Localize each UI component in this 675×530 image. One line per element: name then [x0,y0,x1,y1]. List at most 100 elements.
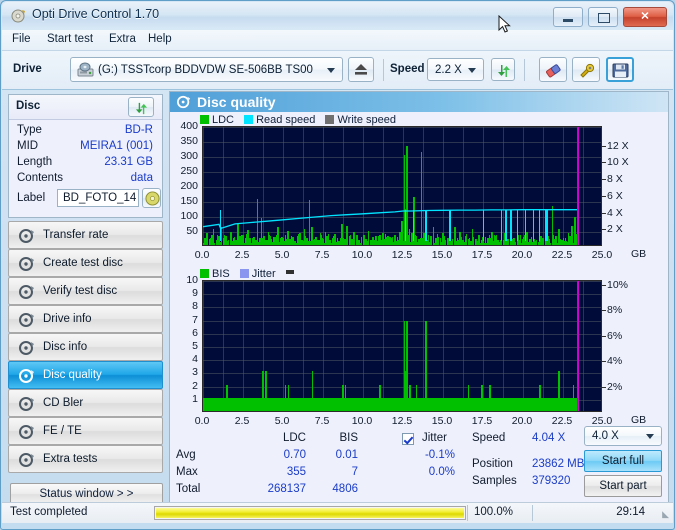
disc-icon [19,340,35,356]
elapsed-time: 29:14 [616,506,645,518]
stats-max-ldc: 355 [286,466,306,478]
stats-header-bis: BIS [339,432,358,444]
y2-tick-label: 2% [607,380,623,393]
chevron-down-icon [646,434,654,439]
chevron-down-icon [327,67,335,73]
save-button[interactable] [606,57,634,82]
sidebar-item-transfer-rate[interactable]: Transfer rate [8,221,163,249]
y2-tick-label: 4% [607,355,623,368]
speed-select[interactable]: 2.2 X [427,58,484,81]
start-part-button[interactable]: Start part [584,475,662,497]
disc-row-length-value: 23.31 GB [104,156,153,168]
sidebar-item-verify-test-disc[interactable]: Verify test disc [8,277,163,305]
test-speed-value: 4.0 X [592,430,619,442]
jitter-checkbox[interactable] [402,433,414,445]
menu-item-extra[interactable]: Extra [109,33,136,45]
chart-xaxis-unit-top: GB [631,248,647,260]
menu-item-help[interactable]: Help [148,33,172,45]
disc-icon [19,312,35,328]
sidebar-item-drive-info[interactable]: Drive info [8,305,163,333]
y-tick-label: 1 [192,392,198,405]
chevron-down-icon [468,67,476,73]
disc-label-input[interactable]: BD_FOTO_14 [57,189,139,207]
minimize-button[interactable] [552,7,583,27]
y-tick-label: 7 [192,313,198,326]
x-tick-label: 10.0 [351,249,373,261]
x-tick-label: 5.0 [274,249,290,261]
disc-row-mid-value: MEIRA1 (001) [80,140,153,152]
sidebar-item-cd-bler[interactable]: CD Bler [8,389,163,417]
disc-panel-title: Disc [16,100,41,112]
sidebar-item-disc-quality[interactable]: Disc quality [8,361,163,389]
disc-row-contents-key: Contents [17,172,64,184]
maximize-button[interactable] [587,7,618,27]
refresh-drive-button[interactable] [491,58,515,81]
y-tick-label: 4 [192,353,198,366]
y2-tick-label: 10 X [607,156,629,169]
disc-quality-icon [177,95,191,109]
y2-tick-label: 8% [607,304,623,317]
stats-position-value: 23862 MB [532,458,585,470]
sidebar-item-label: CD Bler [43,397,84,409]
y-tick-label: 200 [180,180,198,192]
stats-row-total-label: Total [176,483,201,495]
menu-item-file[interactable]: File [12,33,31,45]
menu-item-start-test[interactable]: Start test [47,33,93,45]
toolbar-separator-2 [524,59,525,81]
test-speed-select[interactable]: 4.0 X [584,426,662,446]
y2-tick-label: 6% [607,329,623,342]
chart-plot-area-bottom [202,280,602,412]
start-full-label: Start full [601,455,645,467]
erase-button[interactable] [539,57,567,82]
tools-button[interactable] [572,57,600,82]
eject-button[interactable] [348,57,374,82]
y-tick-label: 150 [180,195,198,207]
y-tick-label: 5 [192,340,198,352]
sidebar-item-label: Drive info [43,313,92,325]
quality-chart-ldc[interactable]: 50 100 150 200 250 300 350 400 2 X 4 X 6 X 8 X 10 X… [170,120,668,266]
sidebar-item-extra-tests[interactable]: Extra tests [8,445,163,473]
application-window: Opti Drive Control 1.70 ✕ File Start tes… [0,0,675,530]
x-tick-label: 22.5 [551,249,573,261]
start-full-button[interactable]: Start full [584,450,662,472]
y-tick-label: 250 [180,165,198,177]
disc-icon [19,284,35,300]
disc-icon [19,424,35,440]
eject-icon [355,64,367,75]
stats-total-bis: 4806 [332,483,358,495]
disc-label-browse-button[interactable] [142,188,161,208]
sidebar-item-fe-te[interactable]: FE / TE [8,417,163,445]
x-tick-label: 5.0 [274,415,290,427]
end-of-data-marker [577,281,579,411]
resize-grip[interactable]: ◣ [662,509,669,520]
stats-samples-label: Samples [472,475,517,487]
speed-label: Speed [390,63,425,75]
refresh-icon [135,102,148,115]
x-tick-label: 12.5 [391,249,413,261]
drive-label: Drive [13,63,42,75]
x-tick-label: 0.0 [194,249,210,261]
disc-row-type-value: BD-R [124,124,153,136]
refresh-disc-button[interactable] [128,97,154,117]
y-tick-label: 300 [180,150,198,162]
eraser-icon [546,64,561,78]
x-tick-label: 0.0 [194,415,210,427]
legend-swatch-bis [200,269,209,278]
toolbar: Drive (G:) TSSTcorp BDDVDW SE-506BB TS00 [2,51,673,90]
disc-info-panel: Disc Type BD-R MID MEIRA1 (001) Length 2… [8,94,163,218]
close-button[interactable]: ✕ [623,7,667,27]
menu-bar: File Start test Extra Help [2,30,673,51]
stats-row-max-label: Max [176,466,198,478]
sidebar-item-label: Disc quality [43,369,102,381]
refresh-icon [498,65,510,77]
sidebar-item-label: FE / TE [43,425,82,437]
stats-samples-value: 379320 [532,475,571,487]
x-tick-label: 7.5 [314,415,330,427]
sidebar-item-disc-info[interactable]: Disc info [8,333,163,361]
quality-chart-bis[interactable]: 1 2 3 4 5 6 7 8 9 10 2% 4% 6% 8% 10% 0.0 2.5 5.0 7.5 10.0… [170,274,668,433]
x-tick-label: 17.5 [471,249,493,261]
sidebar-item-create-test-disc[interactable]: Create test disc [8,249,163,277]
x-tick-label: 2.5 [234,249,250,261]
drive-select[interactable]: (G:) TSSTcorp BDDVDW SE-506BB TS00 [70,57,343,82]
status-window-label: Status window > > [39,488,134,500]
